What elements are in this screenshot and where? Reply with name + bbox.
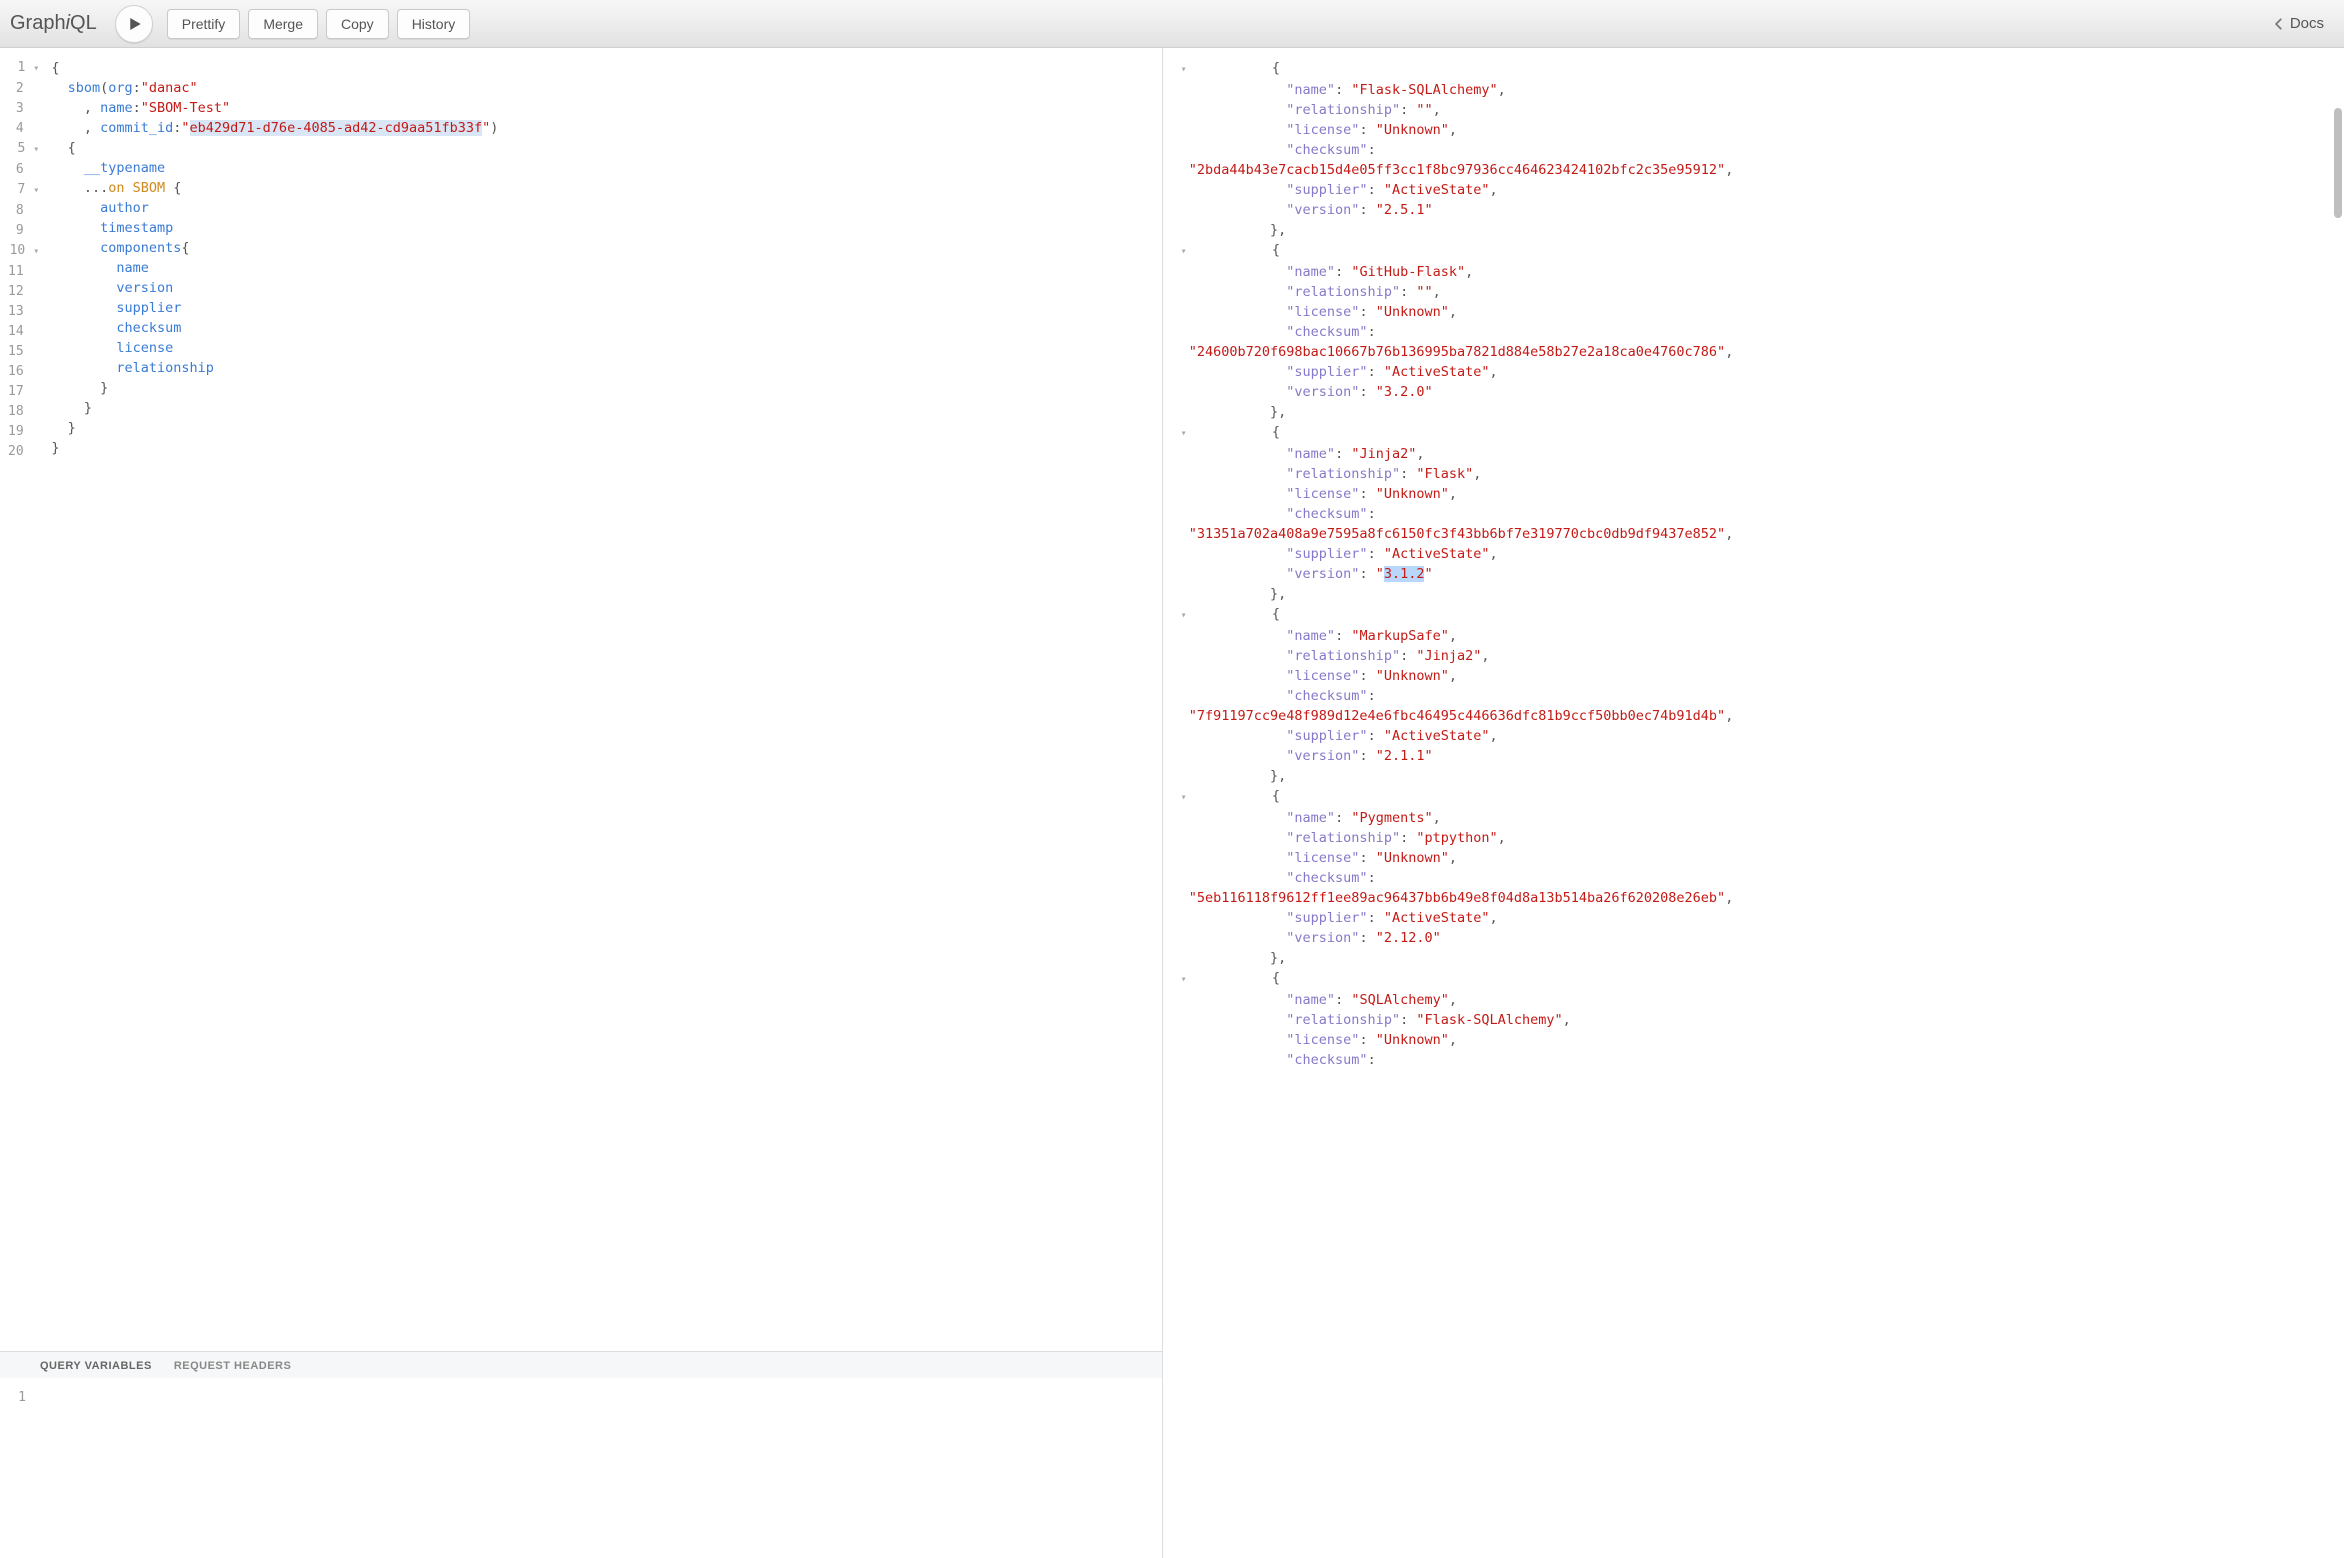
docs-toggle[interactable]: Docs	[2262, 9, 2334, 38]
docs-label: Docs	[2290, 15, 2324, 32]
execute-button[interactable]	[115, 5, 153, 43]
variables-editor[interactable]: 1	[0, 1378, 1162, 1558]
app-logo: GraphiQL	[10, 12, 97, 35]
toolbar: GraphiQL Prettify Merge Copy History Doc…	[0, 0, 2344, 48]
tab-request-headers[interactable]: REQUEST HEADERS	[174, 1360, 292, 1372]
copy-button[interactable]: Copy	[326, 9, 389, 39]
query-gutter: 1 ▾2 3 4 5 ▾6 7 ▾8 9 10 ▾11 12 13 14 15 …	[0, 48, 43, 1351]
left-pane: 1 ▾2 3 4 5 ▾6 7 ▾8 9 10 ▾11 12 13 14 15 …	[0, 48, 1163, 1558]
variables-gutter: 1	[0, 1378, 30, 1558]
variables-code[interactable]	[30, 1378, 1162, 1558]
main-area: 1 ▾2 3 4 5 ▾6 7 ▾8 9 10 ▾11 12 13 14 15 …	[0, 48, 2344, 1558]
result-viewer[interactable]: ▾ { "name": "Flask-SQLAlchemy", "relatio…	[1163, 48, 2344, 1558]
play-icon	[125, 15, 143, 33]
query-editor[interactable]: 1 ▾2 3 4 5 ▾6 7 ▾8 9 10 ▾11 12 13 14 15 …	[0, 48, 1162, 1351]
bottom-tabs: QUERY VARIABLES REQUEST HEADERS	[0, 1351, 1162, 1378]
prettify-button[interactable]: Prettify	[167, 9, 241, 39]
result-pane: ▾ { "name": "Flask-SQLAlchemy", "relatio…	[1163, 48, 2344, 1558]
tab-query-variables[interactable]: QUERY VARIABLES	[40, 1360, 152, 1372]
merge-button[interactable]: Merge	[248, 9, 318, 39]
query-code[interactable]: { sbom(org:"danac" , name:"SBOM-Test" , …	[43, 48, 1161, 1351]
chevron-left-icon	[2272, 17, 2286, 31]
scrollbar-thumb[interactable]	[2334, 108, 2342, 218]
history-button[interactable]: History	[397, 9, 471, 39]
